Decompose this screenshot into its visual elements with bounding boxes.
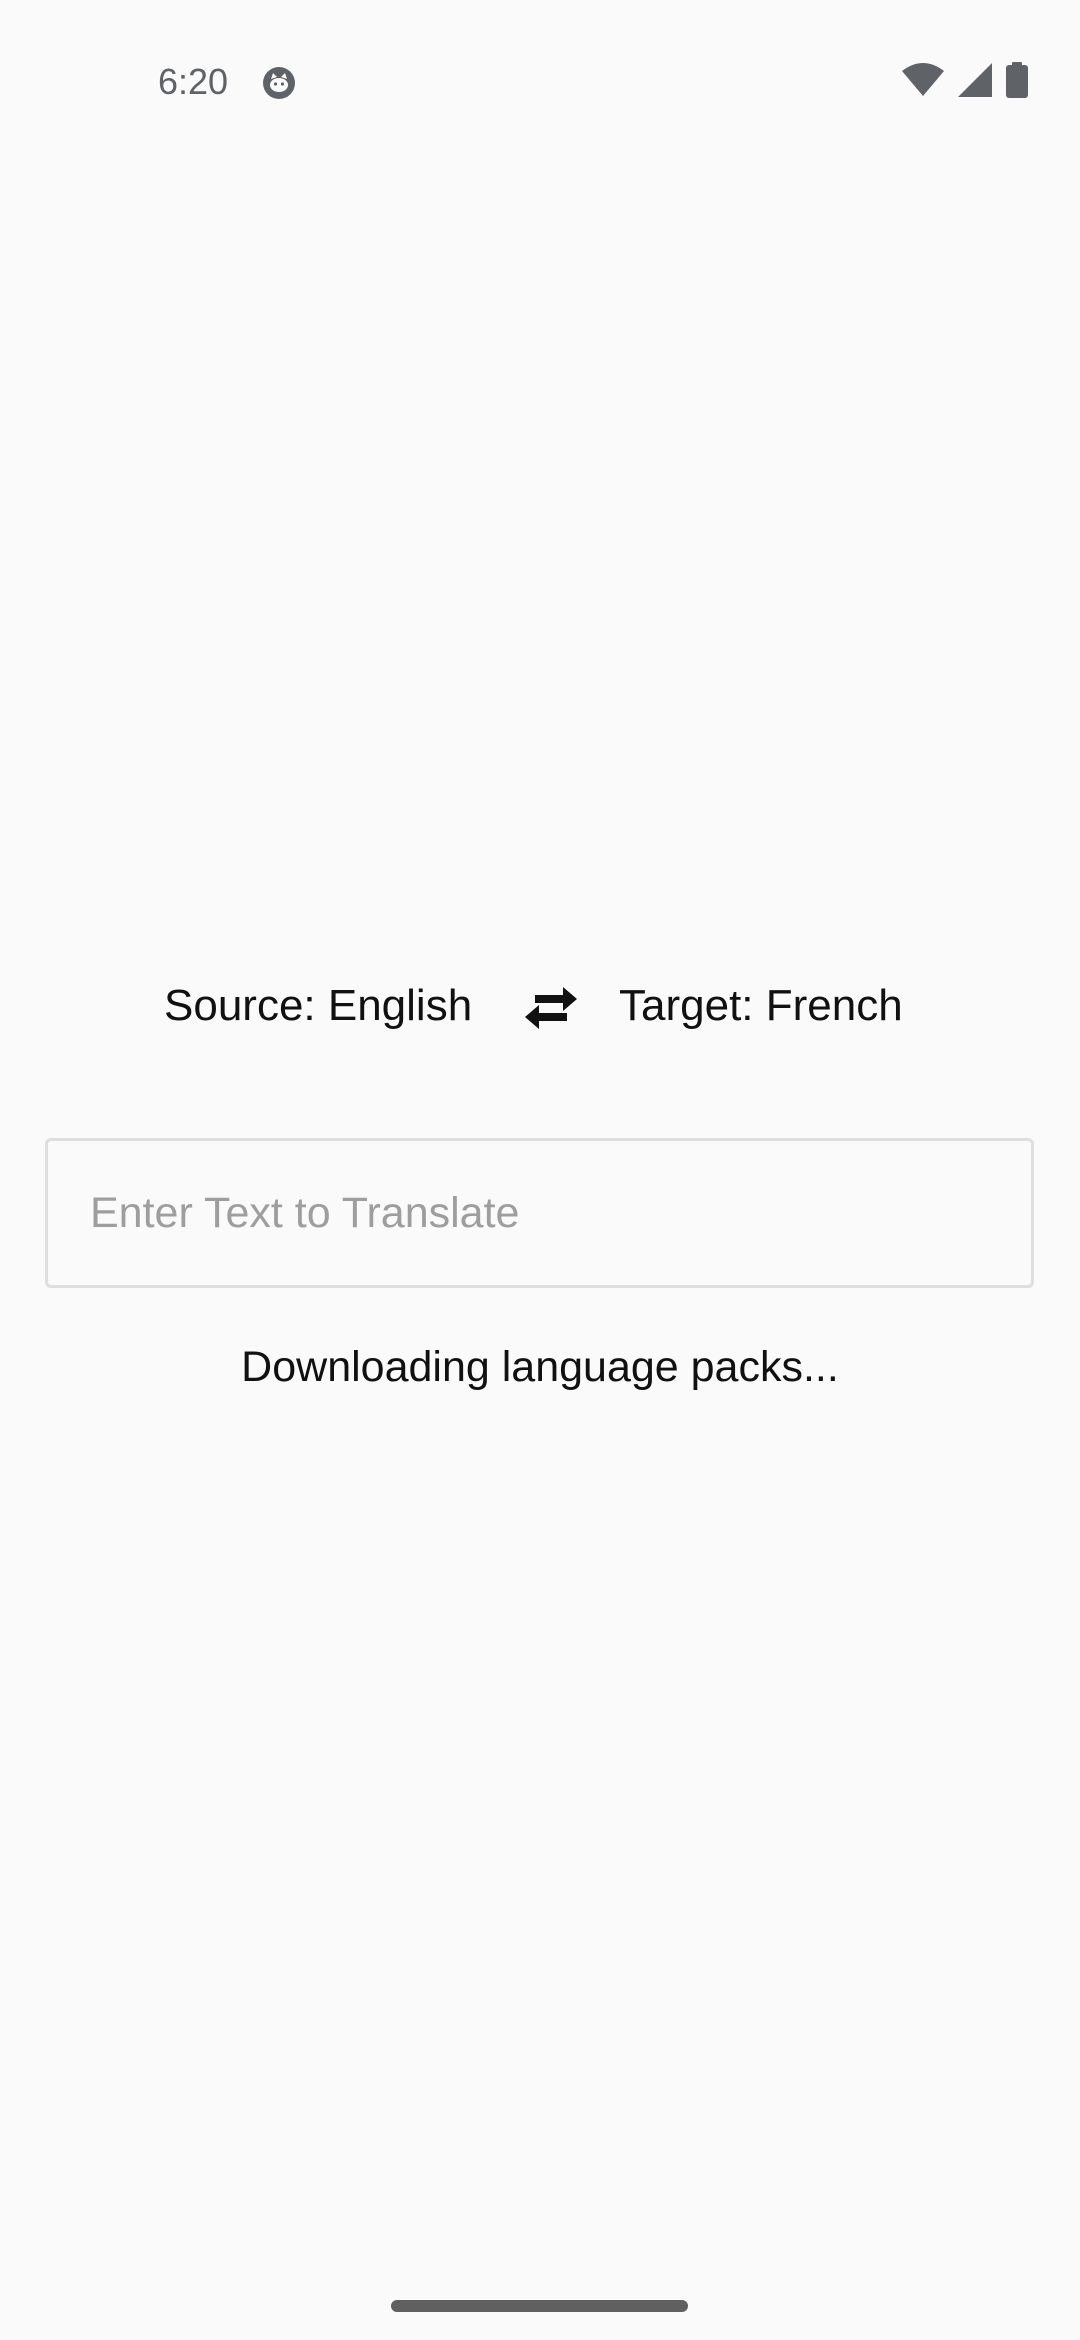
translate-text-input[interactable]	[90, 1141, 990, 1285]
status-time: 6:20	[158, 61, 229, 102]
download-status-message: Downloading language packs...	[241, 1343, 839, 1391]
cell-signal-icon	[958, 63, 992, 97]
target-language-label[interactable]: Target: French	[619, 980, 903, 1032]
battery-icon	[1006, 62, 1028, 98]
status-icons	[902, 62, 1028, 98]
status-bar: 6:20	[0, 0, 1080, 120]
translate-input-container[interactable]	[45, 1138, 1034, 1288]
wifi-icon	[902, 63, 944, 97]
swap-arrows-icon	[525, 987, 577, 1029]
language-selector-row: Source: English Target: French	[0, 970, 1080, 1040]
cat-face-icon	[262, 66, 296, 100]
source-language-label[interactable]: Source: English	[164, 980, 472, 1032]
swap-languages-button[interactable]	[520, 980, 582, 1036]
home-indicator[interactable]	[391, 2300, 688, 2312]
